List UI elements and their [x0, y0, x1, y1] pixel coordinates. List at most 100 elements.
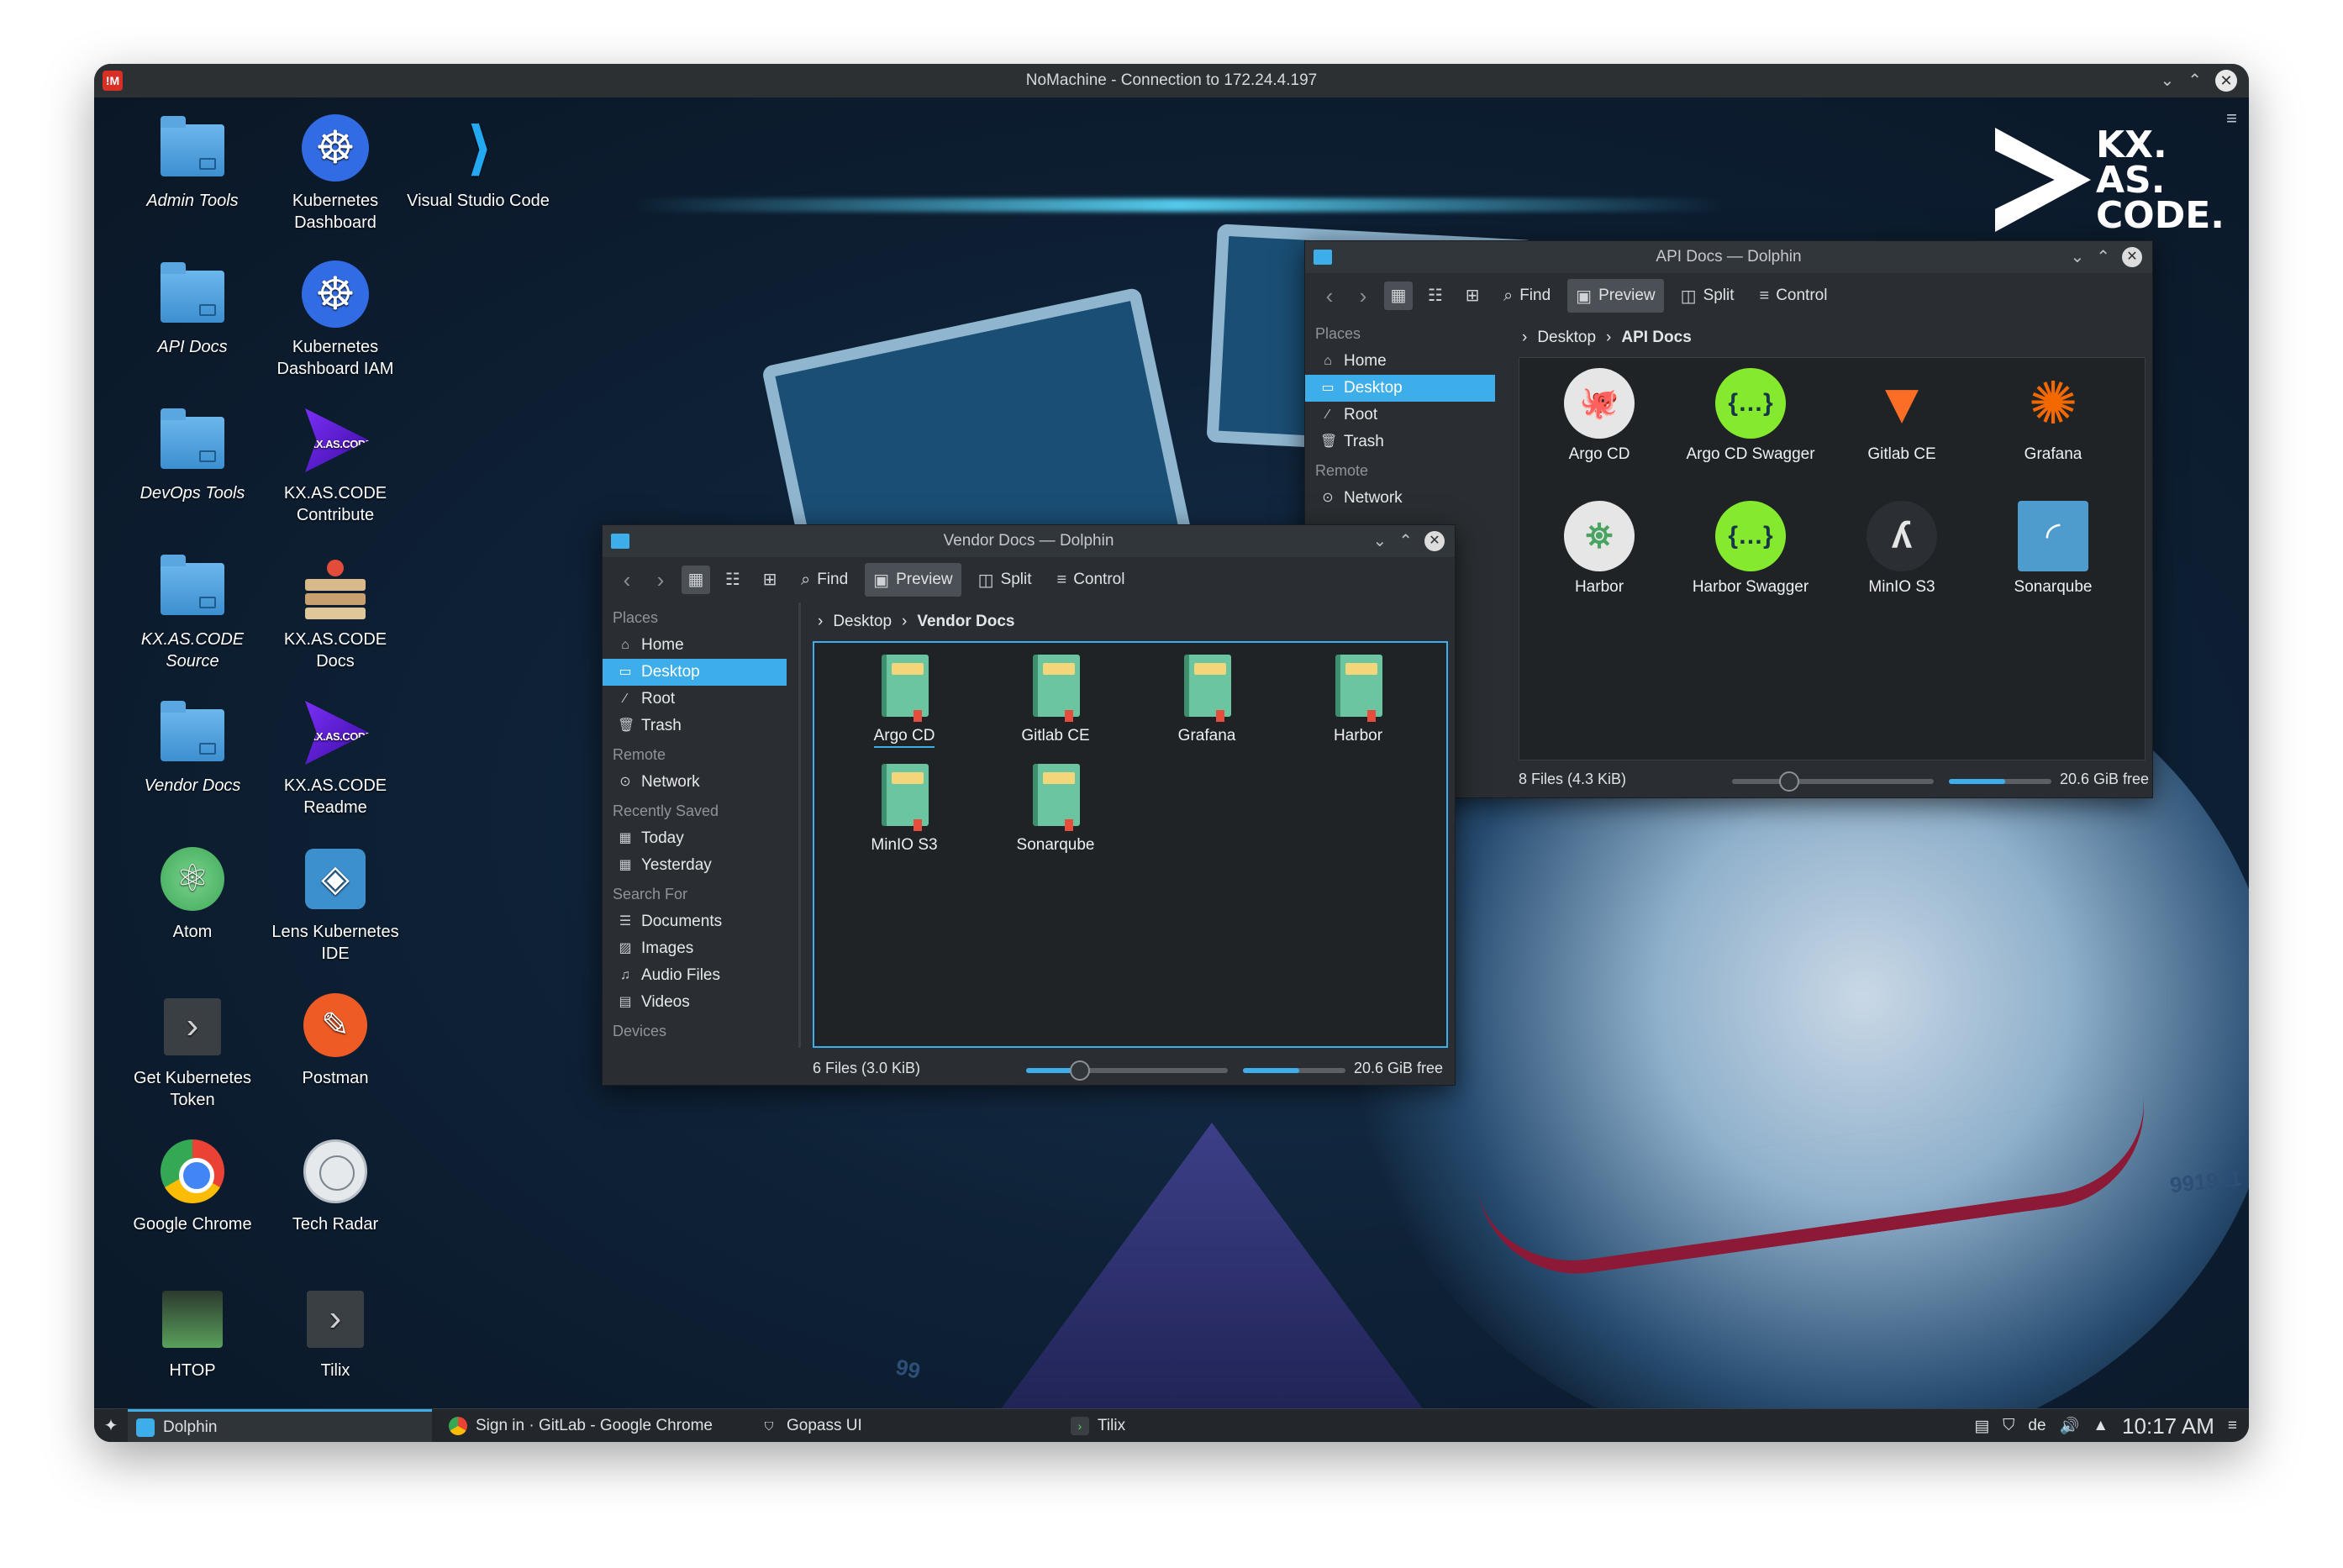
icons-view-icon[interactable]: ▦ — [682, 566, 710, 594]
task-tilix[interactable]: › Tilix — [1062, 1409, 1366, 1442]
file-item[interactable]: 🐙 Argo CD — [1528, 368, 1671, 464]
desktop-icon-tech-radar[interactable]: Tech Radar — [264, 1136, 407, 1235]
desktop-icon-devops-tools[interactable]: DevOps Tools — [121, 405, 264, 504]
vendor-docs-window[interactable]: Vendor Docs — Dolphin ⌄ ⌃ ✕ ‹ › ▦ ☷ ⊞ ⌕ F… — [602, 524, 1456, 1086]
file-item[interactable]: ʎ MinIO S3 — [1830, 501, 1973, 597]
desktop-icon-atom[interactable]: ⚛ Atom — [121, 844, 264, 943]
details-view-icon[interactable]: ⊞ — [1458, 282, 1487, 310]
icons-view-icon[interactable]: ▦ — [1384, 282, 1413, 310]
expand-tray-icon[interactable]: ▲ — [2093, 1417, 2109, 1435]
forward-icon[interactable]: › — [648, 567, 673, 593]
desktop-icon-kx-readme[interactable]: KX.AS.CODE KX.AS.CODE Readme — [264, 697, 407, 818]
shield-icon[interactable]: ⛉ — [2003, 1417, 2014, 1435]
maximize-button[interactable]: ⌃ — [2096, 241, 2110, 273]
desktop-icon-htop[interactable]: HTOP — [121, 1282, 264, 1381]
nomachine-titlebar[interactable]: !M NoMachine - Connection to 172.24.4.19… — [94, 64, 2249, 97]
breadcrumb[interactable]: › Desktop › Vendor Docs — [818, 613, 1015, 631]
file-item[interactable]: ◜ Sonarqube — [1982, 501, 2124, 597]
keyboard-layout[interactable]: de — [2028, 1417, 2046, 1435]
desktop-icon-postman[interactable]: ✎ Postman — [264, 990, 407, 1089]
maximize-button[interactable]: ⌃ — [2188, 64, 2202, 97]
desktop-icon-lens[interactable]: ◈ Lens Kubernetes IDE — [264, 844, 407, 965]
preview-button[interactable]: ▣ Preview — [1567, 279, 1664, 313]
application-launcher-icon[interactable]: ✦ — [101, 1416, 121, 1436]
place-network[interactable]: ⊙ Network — [603, 769, 798, 796]
clock[interactable]: 10:17 AM — [2122, 1413, 2214, 1439]
vendor-docs-places-panel[interactable]: Places ⌂ Home ▭ Desktop ∕ Root 🗑 Trash Remot… — [603, 602, 801, 1048]
desktop-icon-admin-tools[interactable]: Admin Tools — [121, 113, 264, 212]
place-trash[interactable]: 🗑 Trash — [603, 713, 798, 739]
breadcrumb-current[interactable]: Vendor Docs — [917, 613, 1014, 631]
place-trash[interactable]: 🗑 Trash — [1305, 429, 1507, 455]
find-button[interactable]: ⌕ Find — [792, 563, 856, 597]
close-button[interactable]: ✕ — [1424, 531, 1445, 551]
api-docs-titlebar[interactable]: API Docs — Dolphin ⌄ ⌃ ✕ — [1305, 241, 2152, 273]
place-desktop[interactable]: ▭ Desktop — [1305, 375, 1495, 402]
recent-yesterday[interactable]: ▦ Yesterday — [603, 852, 798, 879]
file-item[interactable]: ✺ Grafana — [1982, 368, 2124, 464]
task-dolphin[interactable]: Dolphin — [128, 1409, 432, 1442]
minimize-button[interactable]: ⌄ — [1372, 525, 1387, 557]
recent-today[interactable]: ▦ Today — [603, 825, 798, 852]
desktop[interactable]: 991911 99 ≡ KX. AS. CODE. Admin Tools ☸ … — [94, 97, 2249, 1408]
zoom-slider[interactable] — [1026, 1060, 1228, 1081]
place-desktop[interactable]: ▭ Desktop — [603, 659, 787, 686]
desktop-icon-kubernetes-dashboard-iam[interactable]: ☸ Kubernetes Dashboard IAM — [264, 259, 407, 380]
place-home[interactable]: ⌂ Home — [1305, 348, 1507, 375]
place-root[interactable]: ∕ Root — [1305, 402, 1507, 429]
place-home[interactable]: ⌂ Home — [603, 632, 798, 659]
desktop-icon-kx-contribute[interactable]: KX.AS.CODE KX.AS.CODE Contribute — [264, 405, 407, 526]
breadcrumb-current[interactable]: API Docs — [1621, 329, 1691, 347]
control-button[interactable]: ≡ Control — [1751, 279, 1836, 313]
file-item[interactable]: Sonarqube — [984, 762, 1127, 855]
close-button[interactable]: ✕ — [2122, 247, 2142, 267]
place-network[interactable]: ⊙ Network — [1305, 485, 1507, 512]
vendor-docs-titlebar[interactable]: Vendor Docs — Dolphin ⌄ ⌃ ✕ — [603, 525, 1455, 557]
compact-view-icon[interactable]: ☷ — [719, 566, 747, 594]
desktop-icon-api-docs[interactable]: API Docs — [121, 259, 264, 358]
split-button[interactable]: ◫ Split — [1672, 279, 1743, 313]
task-gopass[interactable]: ⛉ Gopass UI — [751, 1409, 1056, 1442]
desktop-icon-kx-source[interactable]: KX.AS.CODE Source — [121, 551, 264, 672]
search-documents[interactable]: ☰ Documents — [603, 908, 798, 935]
panel-menu-icon[interactable]: ≡ — [2228, 1417, 2237, 1435]
zoom-slider-handle[interactable] — [1070, 1060, 1090, 1081]
desktop-icon-kx-docs[interactable]: KX.AS.CODE Docs — [264, 551, 407, 672]
search-videos[interactable]: ▤ Videos — [603, 989, 798, 1016]
forward-icon[interactable]: › — [1351, 283, 1376, 309]
task-chrome[interactable]: Sign in · GitLab - Google Chrome — [440, 1409, 745, 1442]
search-images[interactable]: ▨ Images — [603, 935, 798, 962]
file-item[interactable]: Gitlab CE — [984, 653, 1127, 745]
clipboard-icon[interactable]: ▤ — [1974, 1417, 1989, 1436]
desktop-icon-tilix[interactable]: › Tilix — [264, 1282, 407, 1381]
close-button[interactable]: ✕ — [2215, 70, 2237, 92]
compact-view-icon[interactable]: ☷ — [1421, 282, 1450, 310]
file-item[interactable]: Argo CD — [833, 653, 976, 748]
file-item[interactable]: ⛯ Harbor — [1528, 501, 1671, 597]
breadcrumb-desktop[interactable]: Desktop — [833, 613, 892, 631]
file-item[interactable]: ▼ Gitlab CE — [1830, 368, 1973, 464]
volume-icon[interactable]: 🔊 — [2060, 1416, 2080, 1436]
back-icon[interactable]: ‹ — [614, 567, 640, 593]
desktop-icon-vscode[interactable]: ⟩ Visual Studio Code — [407, 113, 550, 212]
preview-button[interactable]: ▣ Preview — [865, 563, 961, 597]
control-button[interactable]: ≡ Control — [1049, 563, 1134, 597]
desktop-icon-chrome[interactable]: Google Chrome — [121, 1136, 264, 1235]
file-item[interactable]: MinIO S3 — [833, 762, 976, 855]
file-item[interactable]: {…} Harbor Swagger — [1679, 501, 1822, 597]
back-icon[interactable]: ‹ — [1317, 283, 1342, 309]
split-button[interactable]: ◫ Split — [970, 563, 1040, 597]
details-view-icon[interactable]: ⊞ — [756, 566, 784, 594]
zoom-slider[interactable] — [1732, 771, 1934, 792]
breadcrumb[interactable]: › Desktop › API Docs — [1522, 329, 1692, 347]
api-docs-file-view[interactable]: 🐙 Argo CD {…} Argo CD Swagger ▼ Gitlab C… — [1519, 357, 2146, 760]
search-audio[interactable]: ♫ Audio Files — [603, 962, 798, 989]
zoom-slider-handle[interactable] — [1779, 771, 1799, 792]
file-item[interactable]: {…} Argo CD Swagger — [1679, 368, 1822, 464]
find-button[interactable]: ⌕ Find — [1495, 279, 1559, 313]
desktop-icon-kubernetes-dashboard[interactable]: ☸ Kubernetes Dashboard — [264, 113, 407, 234]
file-item[interactable]: Harbor — [1287, 653, 1429, 745]
desktop-icon-get-k8s-token[interactable]: › Get Kubernetes Token — [121, 990, 264, 1111]
vendor-docs-file-view[interactable]: Argo CD Gitlab CE Grafana Harbor MinIO S… — [813, 641, 1448, 1048]
desktop-icon-vendor-docs[interactable]: Vendor Docs — [121, 697, 264, 797]
